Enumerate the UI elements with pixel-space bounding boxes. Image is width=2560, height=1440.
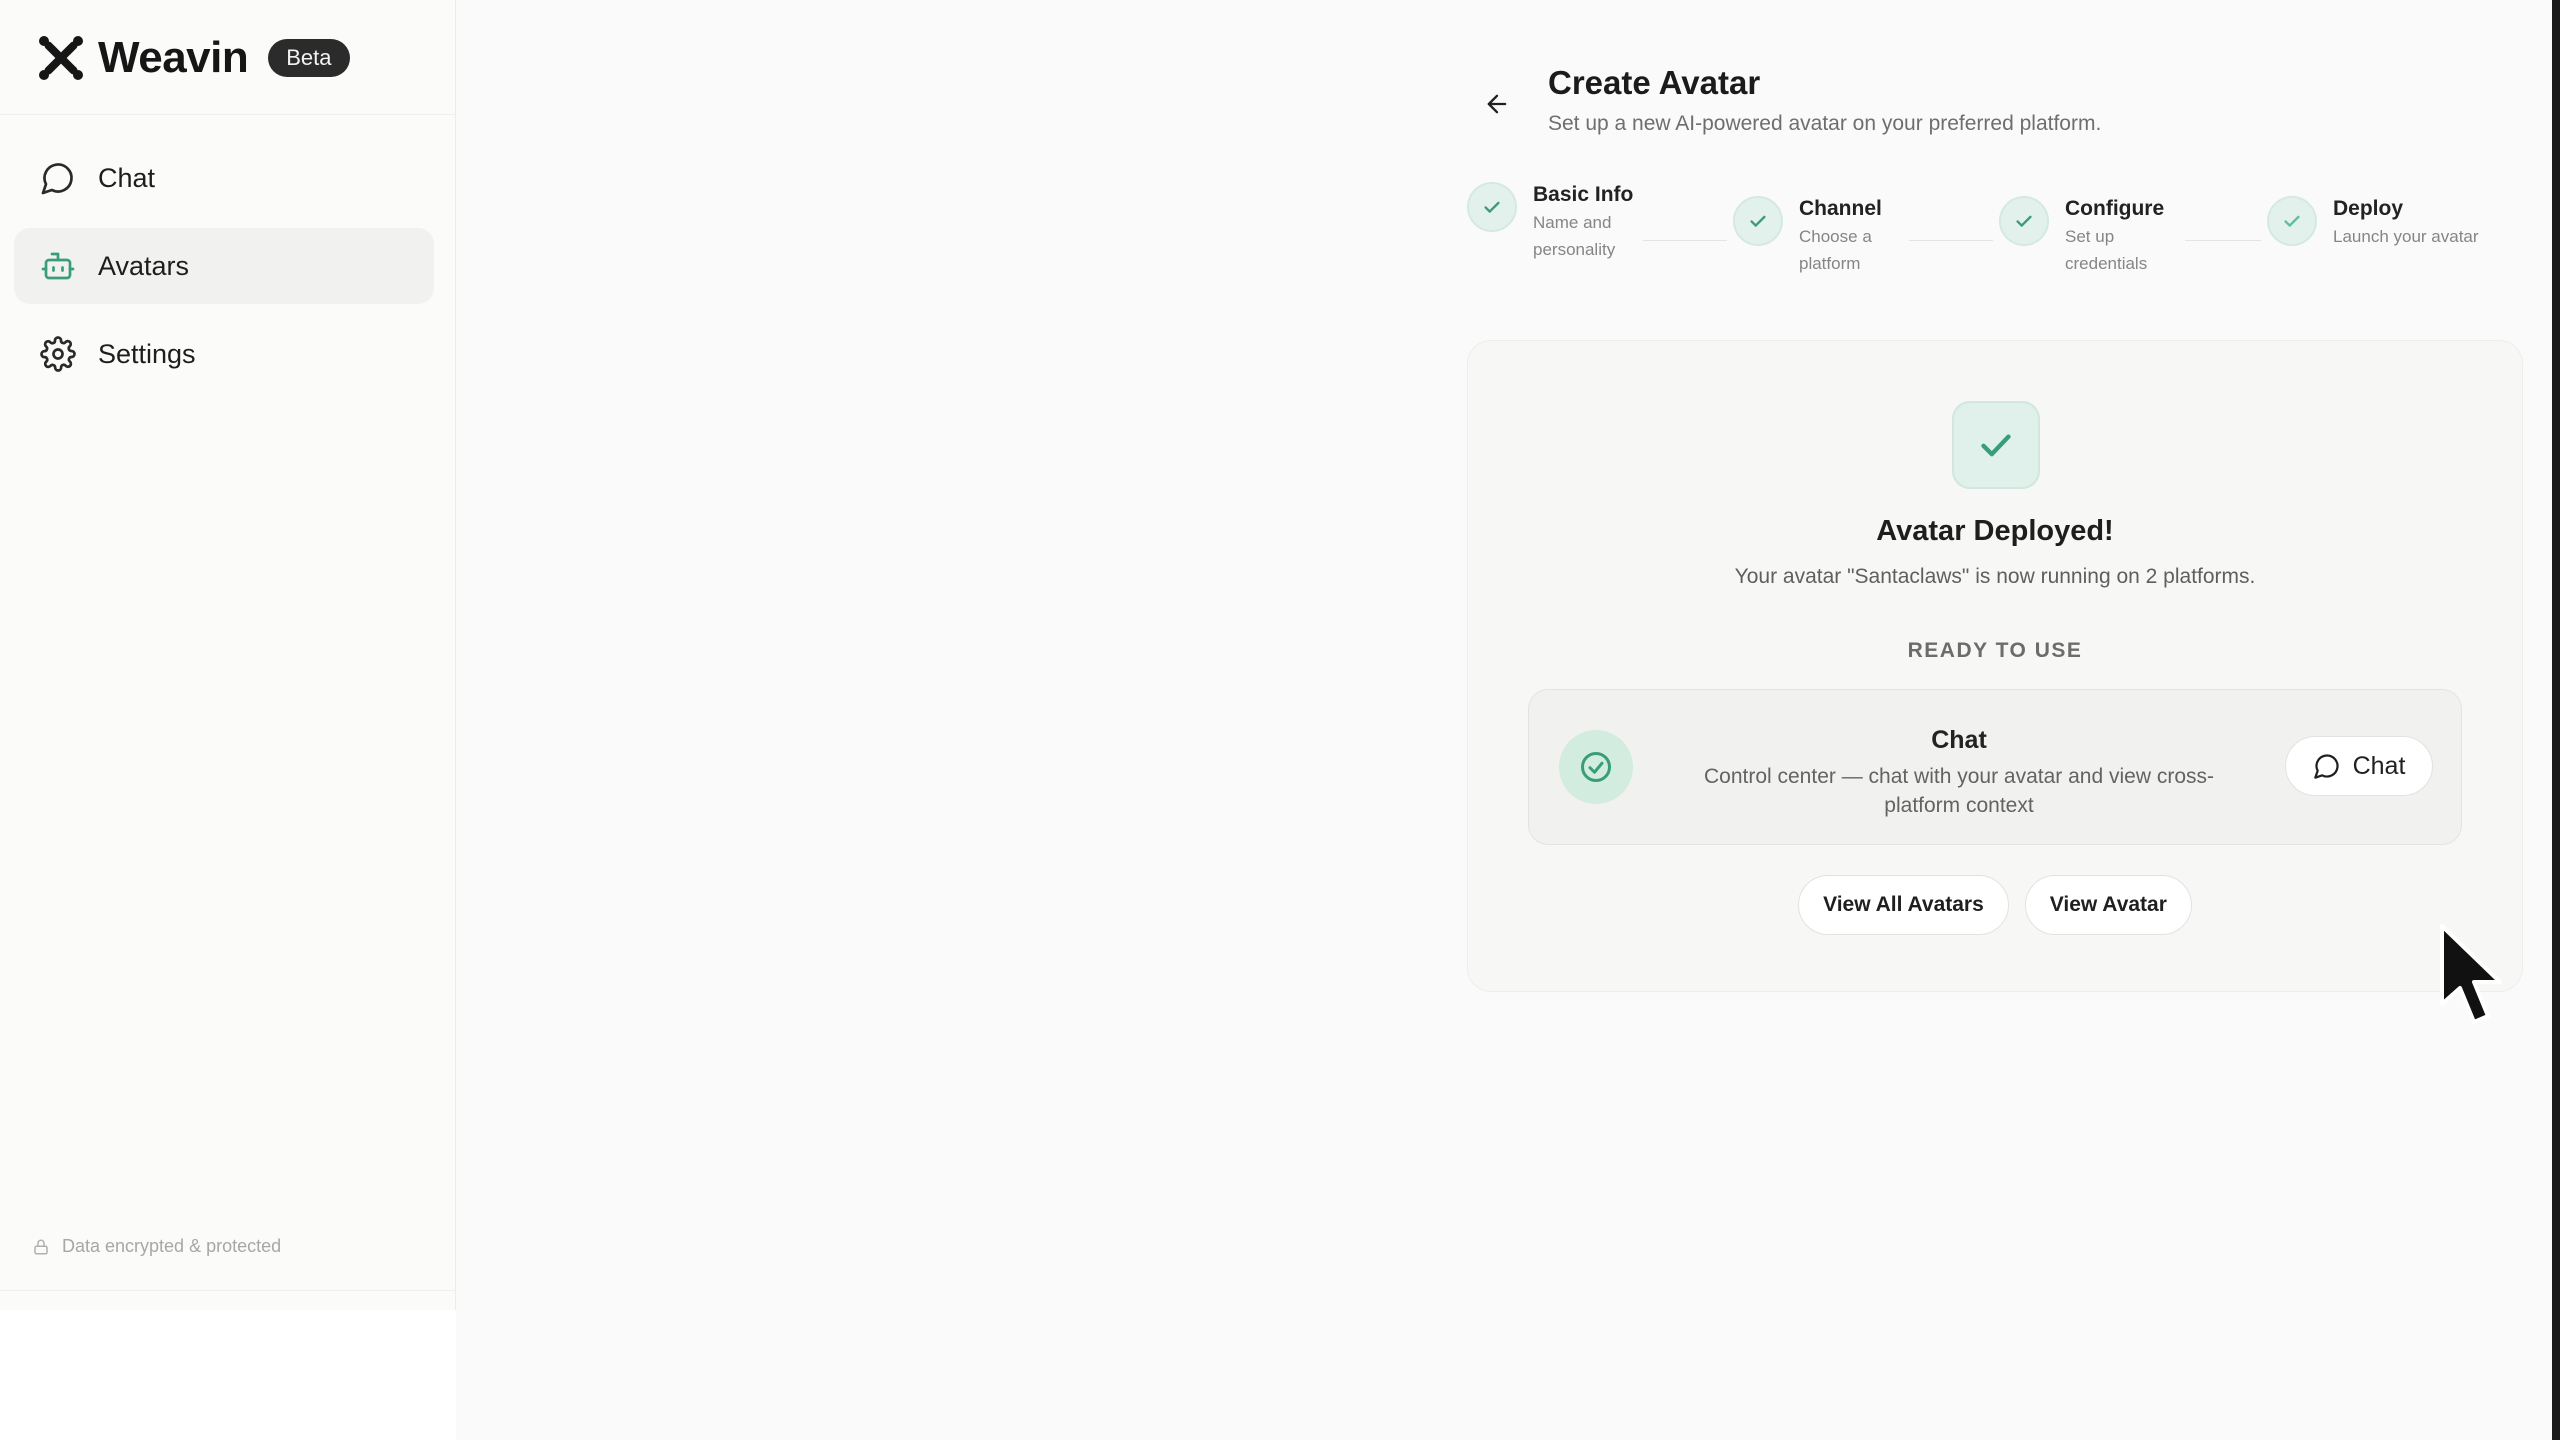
step-title: Basic Info bbox=[1533, 183, 1634, 206]
arrow-left-icon bbox=[1487, 94, 1507, 114]
success-subtitle: Your avatar "Santaclaws" is now running … bbox=[1734, 565, 2256, 588]
sidebar-item-avatars[interactable]: Avatars bbox=[14, 228, 434, 304]
check-icon bbox=[2284, 215, 2300, 227]
sidebar-bottom-panel bbox=[0, 1310, 456, 1440]
page-subtitle: Set up a new AI-powered avatar on your p… bbox=[1548, 112, 2102, 135]
sidebar-item-label: Chat bbox=[98, 162, 156, 193]
step-desc: Launch your avatar bbox=[2333, 227, 2479, 246]
step-connector bbox=[1909, 240, 1993, 241]
security-note-text: Data encrypted & protected bbox=[62, 1236, 282, 1256]
main-content: Create Avatar Set up a new AI-powered av… bbox=[457, 0, 2560, 1440]
step-title: Channel bbox=[1799, 197, 1882, 220]
result-actions: View All Avatars View Avatar bbox=[1468, 875, 2522, 935]
check-icon bbox=[2016, 215, 2032, 227]
step-basic-info: Basic Info Name and personality bbox=[1467, 182, 1643, 263]
platform-status-icon bbox=[1559, 730, 1633, 804]
step-title: Configure bbox=[2065, 197, 2165, 220]
step-check-circle bbox=[1733, 196, 1783, 246]
sidebar-item-chat[interactable]: Chat bbox=[14, 140, 434, 216]
open-chat-button[interactable]: Chat bbox=[2285, 736, 2433, 796]
view-all-avatars-button[interactable]: View All Avatars bbox=[1798, 875, 2009, 935]
sidebar-footer-divider bbox=[0, 1290, 456, 1291]
platform-description: Control center — chat with your avatar a… bbox=[1703, 765, 2215, 817]
progress-stepper: Basic Info Name and personality Channel … bbox=[1467, 182, 2527, 302]
sidebar-divider bbox=[0, 114, 456, 115]
step-check-circle bbox=[1999, 196, 2049, 246]
sidebar-nav: Chat Avatars Settings bbox=[14, 140, 434, 404]
ready-to-use-label: READY TO USE bbox=[1907, 639, 2083, 662]
step-check-circle bbox=[2267, 196, 2317, 246]
check-circle-icon bbox=[1581, 752, 1611, 782]
weavin-logo-icon bbox=[39, 36, 83, 80]
success-badge bbox=[1952, 401, 2040, 489]
page-title: Create Avatar bbox=[1548, 64, 1761, 101]
gear-icon bbox=[40, 336, 76, 372]
sidebar-item-settings[interactable]: Settings bbox=[14, 316, 434, 392]
step-deploy: Deploy Launch your avatar bbox=[2267, 196, 2533, 250]
step-desc: Set up credentials bbox=[2065, 227, 2148, 273]
chat-bubble-icon bbox=[2313, 754, 2339, 779]
brand-name: Weavin bbox=[98, 33, 249, 82]
sidebar-item-label: Avatars bbox=[98, 250, 190, 281]
step-connector bbox=[2185, 240, 2261, 241]
check-icon bbox=[1750, 215, 1766, 227]
open-chat-button-label: Chat bbox=[2352, 751, 2406, 780]
step-configure: Configure Set up credentials bbox=[1999, 196, 2185, 277]
step-check-circle bbox=[1467, 182, 1517, 232]
platform-name: Chat bbox=[1931, 726, 1987, 754]
step-connector bbox=[1643, 240, 1727, 241]
app-window: Weavin Beta Chat Avatars Settings Data e… bbox=[0, 0, 2560, 1440]
sidebar: Weavin Beta Chat Avatars Settings Data e… bbox=[0, 0, 456, 1440]
mouse-cursor-icon bbox=[2440, 924, 2502, 1024]
window-edge bbox=[2552, 0, 2560, 1440]
view-avatar-button[interactable]: View Avatar bbox=[2024, 875, 2192, 935]
chat-bubble-icon bbox=[41, 163, 73, 195]
platform-card-chat: Chat Control center — chat with your ava… bbox=[1528, 689, 2462, 845]
step-title: Deploy bbox=[2333, 197, 2404, 220]
brand[interactable]: Weavin Beta bbox=[38, 30, 350, 86]
back-button[interactable] bbox=[1477, 84, 1517, 124]
lock-icon bbox=[34, 1239, 48, 1254]
step-channel: Channel Choose a platform bbox=[1733, 196, 1909, 277]
step-desc: Name and personality bbox=[1533, 213, 1616, 259]
deploy-success-card: Avatar Deployed! Your avatar "Santaclaws… bbox=[1467, 340, 2523, 992]
robot-icon bbox=[41, 252, 75, 280]
step-desc: Choose a platform bbox=[1799, 227, 1872, 273]
success-title: Avatar Deployed! bbox=[1876, 515, 2114, 547]
check-icon bbox=[1981, 434, 2011, 457]
security-note: Data encrypted & protected bbox=[32, 1236, 281, 1257]
check-icon bbox=[1484, 201, 1500, 213]
sidebar-item-label: Settings bbox=[98, 338, 196, 369]
beta-badge: Beta bbox=[268, 39, 350, 77]
